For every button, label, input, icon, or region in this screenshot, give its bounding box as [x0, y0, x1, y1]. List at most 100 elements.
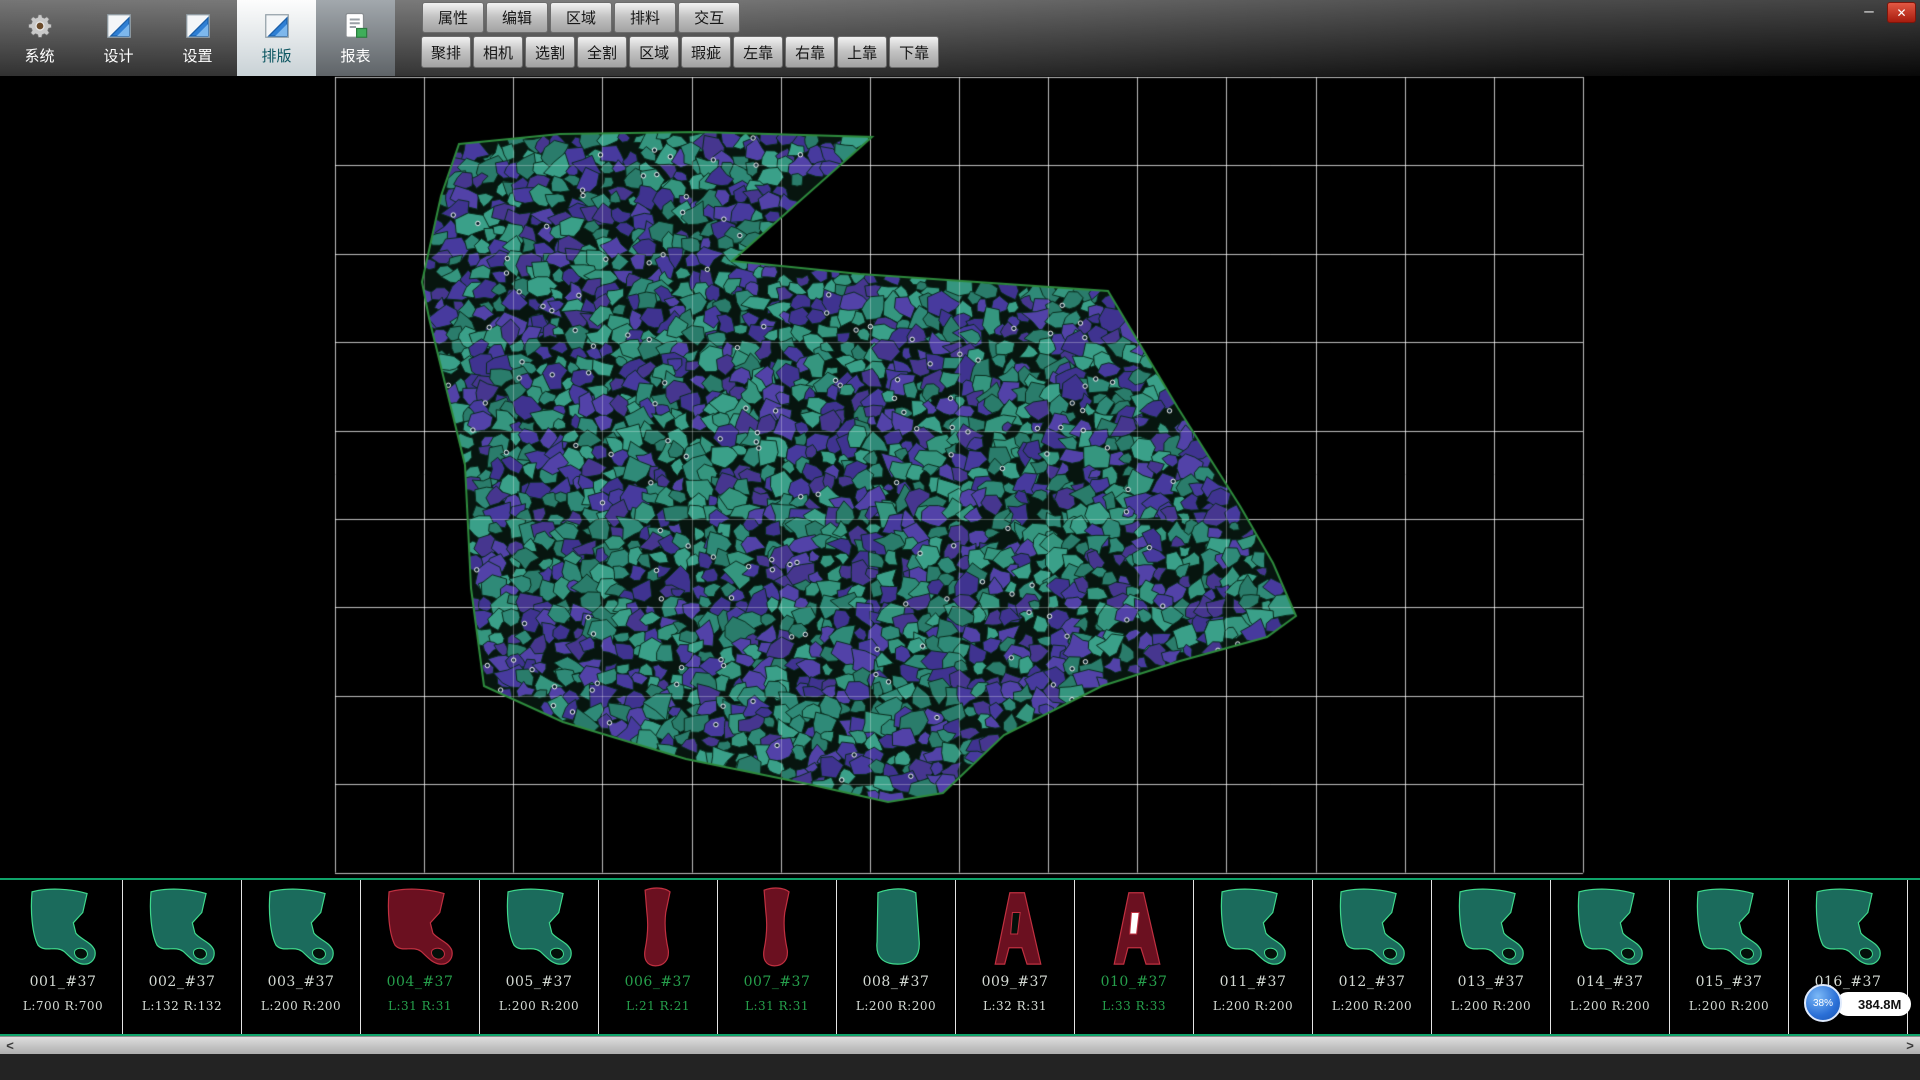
memory-badge: 384.8M — [1836, 992, 1911, 1016]
toolbar-button-label: 设置 — [182, 45, 212, 66]
scroll-left-arrow-icon[interactable]: < — [0, 1038, 20, 1053]
piece-thumbnail[interactable]: 015_#37 L:200 R:200 — [1670, 880, 1789, 1034]
toolbar-button-3[interactable]: 设置 — [158, 0, 237, 76]
toolbar-button-label: 设计 — [103, 45, 133, 66]
piece-label: 015_#37 — [1696, 974, 1763, 990]
piece-shape — [1442, 885, 1540, 971]
menu-tool-8[interactable]: 右靠 — [785, 36, 835, 68]
piece-label: 006_#37 — [625, 974, 692, 990]
nesting-canvas[interactable] — [0, 76, 1920, 878]
piece-lr-label: L:33 R:33 — [1102, 999, 1166, 1013]
piece-lr-label: L:31 R:31 — [745, 999, 809, 1013]
window-controls: – ✕ — [1859, 2, 1916, 23]
piece-thumbnail[interactable]: 004_#37 L:31 R:31 — [361, 880, 480, 1034]
menu-tool-6[interactable]: 瑕疵 — [681, 36, 731, 68]
piece-lr-label: L:200 R:200 — [856, 999, 936, 1013]
piece-thumbnail[interactable]: 007_#37 L:31 R:31 — [718, 880, 837, 1034]
piece-shape — [1799, 885, 1897, 971]
menu-tool-1[interactable]: 聚排 — [421, 36, 471, 68]
piece-shape — [14, 885, 112, 971]
menu-tab-1[interactable]: 属性 — [422, 2, 484, 33]
piece-label: 007_#37 — [744, 974, 811, 990]
piece-shape — [966, 885, 1064, 971]
piece-label: 004_#37 — [387, 974, 454, 990]
piece-thumbnail[interactable]: 005_#37 L:200 R:200 — [480, 880, 599, 1034]
piece-thumbnail[interactable]: 009_#37 L:32 R:31 — [956, 880, 1075, 1034]
piece-thumbnail[interactable]: 008_#37 L:200 R:200 — [837, 880, 956, 1034]
piece-lr-label: L:31 R:31 — [388, 999, 452, 1013]
menu-tool-5[interactable]: 区域 — [629, 36, 679, 68]
menu-tab-4[interactable]: 排料 — [614, 2, 676, 33]
piece-label: 005_#37 — [506, 974, 573, 990]
piece-shape — [847, 885, 945, 971]
piece-label: 002_#37 — [149, 974, 216, 990]
menu-tab-2[interactable]: 编辑 — [486, 2, 548, 33]
piece-thumbnail[interactable]: 002_#37 L:132 R:132 — [123, 880, 242, 1034]
menu-tab-5[interactable]: 交互 — [678, 2, 740, 33]
piece-shape — [252, 885, 350, 971]
piece-label: 010_#37 — [1101, 974, 1168, 990]
piece-label: 001_#37 — [30, 974, 97, 990]
menu-tab-3[interactable]: 区域 — [550, 2, 612, 33]
toolbar-button-label: 排版 — [261, 45, 291, 66]
piece-lr-label: L:200 R:200 — [1213, 999, 1293, 1013]
triangle-icon — [262, 10, 292, 42]
piece-thumbnail[interactable]: 010_#37 L:33 R:33 — [1075, 880, 1194, 1034]
piece-shape — [371, 885, 469, 971]
piece-lr-label: L:200 R:200 — [1570, 999, 1650, 1013]
piece-label: 003_#37 — [268, 974, 335, 990]
toolbar-button-label: 系统 — [24, 45, 54, 66]
menu-tool-2[interactable]: 相机 — [473, 36, 523, 68]
menu-tool-4[interactable]: 全割 — [577, 36, 627, 68]
piece-shape — [1323, 885, 1421, 971]
piece-lr-label: L:200 R:200 — [499, 999, 579, 1013]
piece-lr-label: L:700 R:700 — [23, 999, 103, 1013]
piece-shape — [728, 885, 826, 971]
piece-thumbnail[interactable]: 014_#37 L:200 R:200 — [1551, 880, 1670, 1034]
piece-lr-label: L:132 R:132 — [142, 999, 222, 1013]
top-bar: 系统设计设置排版报表 属性编辑区域排料交互 聚排相机选割全割区域瑕疵左靠右靠上靠… — [0, 0, 1920, 77]
toolbar-button-4[interactable]: 排版 — [237, 0, 316, 76]
close-button[interactable]: ✕ — [1887, 2, 1916, 23]
gear-icon — [25, 10, 55, 42]
piece-shape — [133, 885, 231, 971]
piece-lr-label: L:200 R:200 — [1689, 999, 1769, 1013]
piece-thumbnail[interactable]: 001_#37 L:700 R:700 — [4, 880, 123, 1034]
piece-thumbnail[interactable]: 003_#37 L:200 R:200 — [242, 880, 361, 1034]
menu-tool-10[interactable]: 下靠 — [889, 36, 939, 68]
piece-label: 014_#37 — [1577, 974, 1644, 990]
piece-thumbnail[interactable]: 012_#37L:200 R:200 — [1313, 880, 1432, 1034]
piece-thumbnail[interactable]: 013_#37L:200 R:200 — [1432, 880, 1551, 1034]
minimize-button[interactable]: – — [1859, 2, 1879, 19]
triangle-icon — [104, 10, 134, 42]
piece-label: 009_#37 — [982, 974, 1049, 990]
menu-tool-7[interactable]: 左靠 — [733, 36, 783, 68]
horizontal-scrollbar[interactable]: < > — [0, 1036, 1920, 1054]
toolbar-button-1[interactable]: 系统 — [0, 0, 79, 76]
main-toolbar: 系统 设计 设置 排版 报表 — [0, 0, 395, 76]
menu-tool-9[interactable]: 上靠 — [837, 36, 887, 68]
toolbar-button-5[interactable]: 报表 — [316, 0, 395, 76]
progress-circle-badge: 38% — [1804, 984, 1842, 1022]
piece-lr-label: L:32 R:31 — [983, 999, 1047, 1013]
piece-label: 008_#37 — [863, 974, 930, 990]
triangle-icon — [183, 10, 213, 42]
piece-shape — [609, 885, 707, 971]
menu-tab-row: 属性编辑区域排料交互 — [422, 2, 740, 33]
menu-tool-3[interactable]: 选割 — [525, 36, 575, 68]
piece-lr-label: L:200 R:200 — [261, 999, 341, 1013]
menu-tool-row: 聚排相机选割全割区域瑕疵左靠右靠上靠下靠 — [421, 36, 939, 68]
report-icon — [341, 10, 371, 42]
piece-thumbnail[interactable]: 006_#37 L:21 R:21 — [599, 880, 718, 1034]
piece-lr-label: L:200 R:200 — [1332, 999, 1412, 1013]
toolbar-button-2[interactable]: 设计 — [79, 0, 158, 76]
scroll-right-arrow-icon[interactable]: > — [1900, 1038, 1920, 1053]
piece-shape — [1680, 885, 1778, 971]
piece-lr-label: L:21 R:21 — [626, 999, 690, 1013]
piece-strip: 001_#37 L:700 R:700 002_#37 L:132 R:132 003_… — [0, 878, 1920, 1036]
piece-shape — [1561, 885, 1659, 971]
piece-thumbnail[interactable]: 011_#37L:200 R:200 — [1194, 880, 1313, 1034]
piece-label: 013_#37 — [1458, 974, 1525, 990]
piece-thumbnail[interactable]: 017_#37L:200 R:200 — [1908, 880, 1920, 1034]
piece-shape — [1085, 885, 1183, 971]
